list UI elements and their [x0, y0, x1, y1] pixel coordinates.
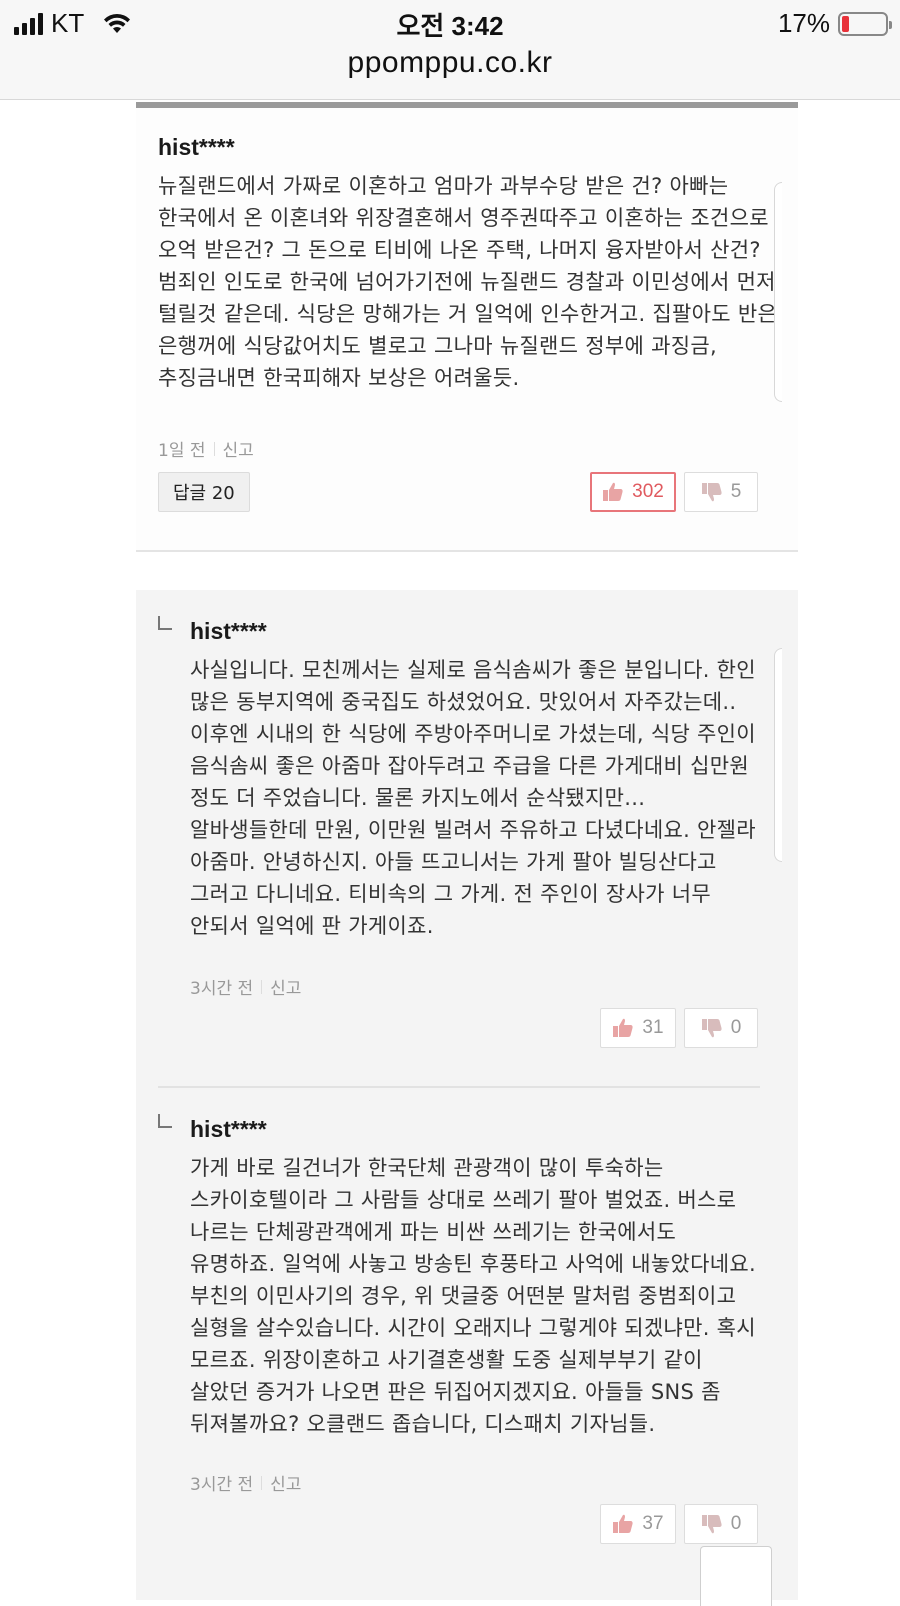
meta-separator: [261, 979, 263, 994]
battery-percent: 17%: [777, 8, 830, 38]
comment-text: 뉴질랜드에서 가짜로 이혼하고 엄마가 과부수당 받은 건? 아빠는 한국에서 …: [158, 174, 778, 390]
dislike-count: 0: [730, 1513, 742, 1534]
reply-meta: 3시간 전 신고: [190, 974, 301, 999]
thumbs-down-icon: [701, 483, 722, 502]
reply-divider: [158, 1086, 760, 1088]
thumbs-down-icon: [701, 1019, 722, 1038]
clock: 오전 3:42: [396, 11, 504, 41]
url-bar[interactable]: ppomppu.co.kr: [0, 46, 900, 80]
dislike-button[interactable]: 0: [684, 1504, 758, 1544]
reply-meta: 3시간 전 신고: [190, 1470, 301, 1495]
comment-section: hist**** 뉴질랜드에서 가짜로 이혼하고 엄마가 과부수당 받은 건? …: [0, 100, 900, 1600]
like-button[interactable]: 302: [590, 472, 676, 512]
meta-separator: [213, 441, 215, 456]
reply-author[interactable]: hist****: [190, 618, 267, 645]
thumbs-up-icon: [613, 1514, 634, 1533]
report-link[interactable]: 신고: [270, 974, 301, 999]
thumbs-down-icon: [701, 1515, 722, 1534]
dislike-button[interactable]: 0: [684, 1008, 758, 1048]
comment-time: 1일 전: [158, 441, 206, 461]
report-link[interactable]: 신고: [223, 436, 254, 461]
reply-text: 가게 바로 길건너가 한국단체 관광객이 많이 투숙하는 스카이호텔이라 그 사…: [190, 1156, 756, 1436]
reply-arrow-icon: [158, 616, 172, 630]
comment-author[interactable]: hist****: [158, 134, 235, 161]
thumbs-up-icon: [603, 482, 623, 501]
reply-arrow-icon: [158, 1114, 172, 1128]
reply-time: 3시간 전: [190, 1475, 254, 1495]
dislike-count: 5: [730, 481, 742, 502]
comment-meta: 1일 전 신고: [158, 436, 254, 461]
bottom-tab-stub[interactable]: [700, 1546, 772, 1606]
side-scroll-edge: [774, 182, 782, 402]
comment: hist**** 뉴질랜드에서 가짜로 이혼하고 엄마가 과부수당 받은 건? …: [136, 108, 798, 552]
report-link[interactable]: 신고: [270, 1470, 301, 1495]
reply-list: hist**** 사실입니다. 모친께서는 실제로 음식솜씨가 좋은 분입니다.…: [136, 590, 798, 1600]
dislike-count: 0: [730, 1017, 742, 1038]
reply-time: 3시간 전: [190, 979, 254, 999]
side-scroll-edge: [774, 648, 782, 862]
like-count: 302: [632, 481, 664, 502]
status-right: 17%: [777, 8, 892, 39]
status-bar: KT 오전 3:42 17% ppomppu.co.kr: [0, 0, 900, 100]
reply-count-button[interactable]: 답글 20: [158, 472, 250, 512]
meta-separator: [261, 1475, 263, 1490]
battery-icon: [838, 11, 892, 36]
like-button[interactable]: 37: [600, 1504, 676, 1544]
reply-text: 사실입니다. 모친께서는 실제로 음식솜씨가 좋은 분입니다. 한인 많은 동부…: [190, 658, 756, 938]
battery-fill: [842, 15, 849, 32]
dislike-button[interactable]: 5: [684, 472, 758, 512]
like-count: 37: [642, 1513, 664, 1534]
reply-author[interactable]: hist****: [190, 1116, 267, 1143]
thumbs-up-icon: [613, 1018, 634, 1037]
like-button[interactable]: 31: [600, 1008, 676, 1048]
like-count: 31: [642, 1017, 664, 1038]
